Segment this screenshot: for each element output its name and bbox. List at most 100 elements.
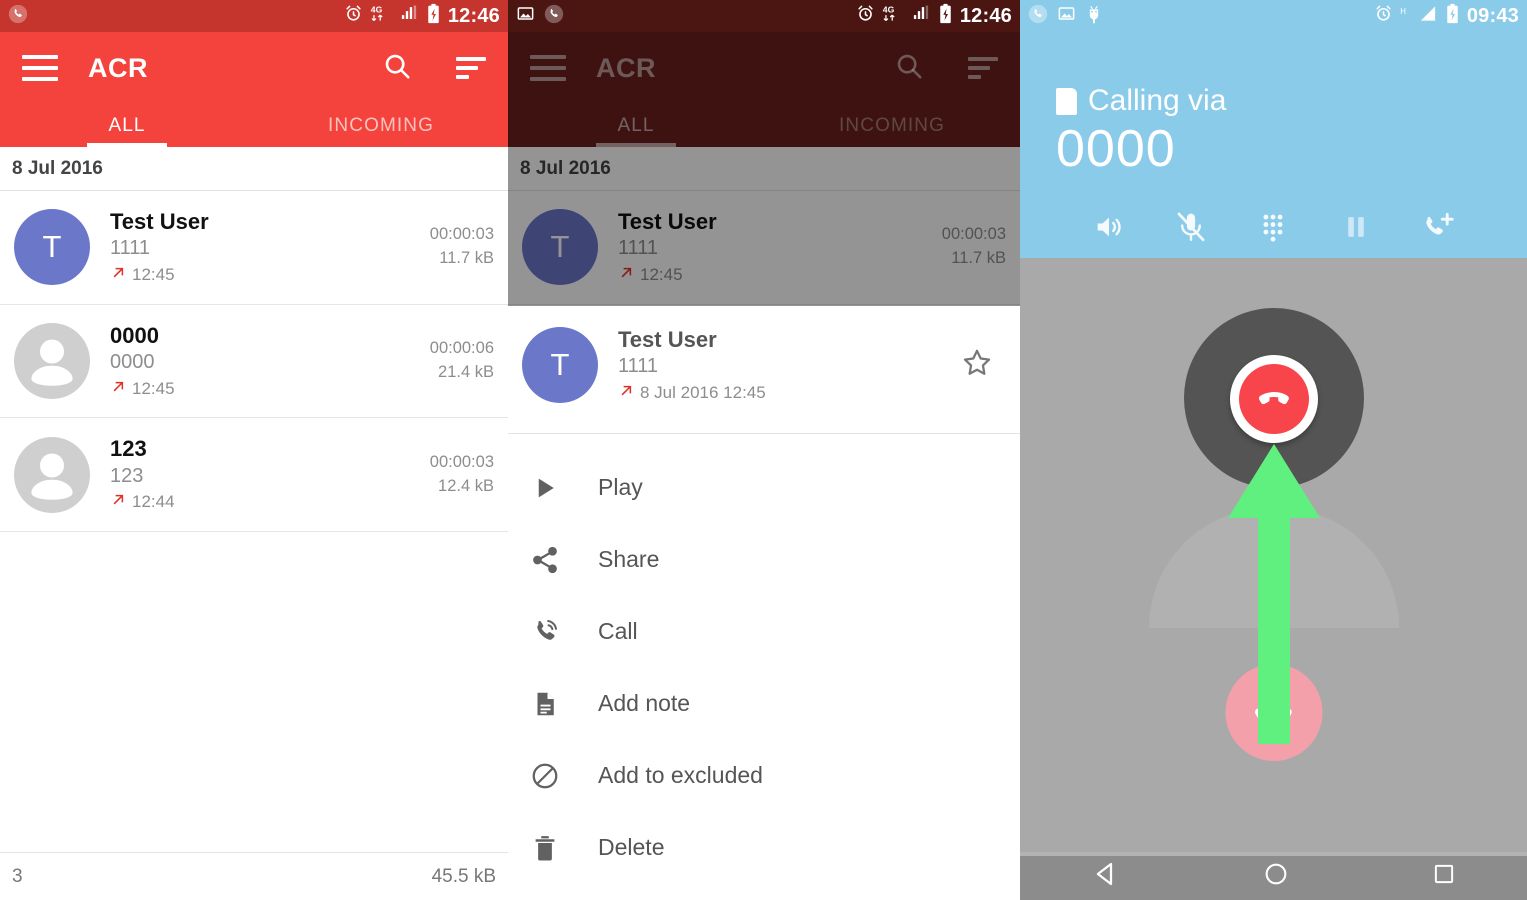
tab-bar: ALL INCOMING — [0, 104, 508, 147]
up-arrow-annotation — [1227, 444, 1320, 744]
call-body — [1020, 258, 1527, 852]
4g-icon: 4G — [882, 4, 904, 28]
hamburger-icon[interactable] — [22, 55, 58, 81]
menu-item-label: Call — [598, 618, 638, 645]
person-icon — [31, 453, 73, 500]
menu-item-add-note[interactable]: Add note — [508, 668, 1020, 740]
person-icon — [31, 339, 73, 386]
table-row[interactable]: T Test User 1111 12:45 00:00:03 11.7 kB — [0, 191, 508, 305]
status-bar: H 09:43 — [1020, 0, 1527, 32]
status-bar-right-icons: 4G 12:46 — [344, 3, 500, 29]
call-controls — [1020, 210, 1527, 249]
panel-call-list: 4G 12:46 ACR ALL INCOMING 8 Jul 2016 T T… — [0, 0, 508, 900]
alarm-icon — [344, 4, 363, 28]
status-bar: 4G 12:46 — [508, 0, 1020, 32]
mute-icon[interactable] — [1174, 210, 1208, 249]
signal-icon — [1418, 4, 1438, 28]
record-call-icon — [1238, 364, 1309, 434]
signal-icon — [399, 4, 419, 28]
context-number: 1111 — [618, 355, 659, 378]
block-icon — [522, 761, 568, 791]
status-bar-left-icons — [1028, 4, 1103, 29]
row-duration: 00:00:03 — [429, 225, 494, 244]
menu-item-add-to-excluded[interactable]: Add to excluded — [508, 740, 1020, 812]
menu-item-play[interactable]: Play — [508, 452, 1020, 524]
recents-button[interactable] — [1431, 861, 1457, 892]
row-meta: 00:00:03 11.7 kB — [430, 223, 494, 271]
svg-text:4G: 4G — [883, 5, 895, 15]
back-button[interactable] — [1091, 859, 1121, 894]
row-time: 12:44 — [132, 492, 175, 512]
signal-icon — [911, 4, 931, 28]
three-panel-screenshot: 4G 12:46 ACR ALL INCOMING 8 Jul 2016 T T… — [0, 0, 1527, 900]
tab-incoming[interactable]: INCOMING — [254, 104, 508, 147]
record-call-button[interactable] — [1229, 355, 1318, 443]
menu-item-delete[interactable]: Delete — [508, 812, 1020, 884]
menu-item-label: Delete — [598, 834, 665, 861]
status-bar: 4G 12:46 — [0, 0, 508, 32]
row-time: 12:45 — [132, 378, 175, 398]
app-toolbar: ACR ALL INCOMING — [0, 32, 508, 147]
row-number: 1111 — [110, 237, 151, 260]
play-icon — [522, 473, 568, 503]
star-outline-icon[interactable] — [960, 346, 994, 385]
tab-all[interactable]: ALL — [0, 104, 254, 147]
row-number: 123 — [110, 464, 144, 487]
call-icon — [522, 617, 568, 647]
date-header: 8 Jul 2016 — [0, 147, 508, 191]
image-icon — [516, 4, 535, 28]
row-time: 12:45 — [132, 264, 175, 284]
table-row[interactable]: 0000 0000 12:45 00:00:06 21.4 kB — [0, 305, 508, 419]
phone-icon — [8, 4, 28, 29]
battery-charging-icon — [1445, 3, 1460, 29]
calling-number: 0000 — [1056, 120, 1176, 178]
search-icon[interactable] — [382, 51, 412, 86]
context-timestamp: 8 Jul 2016 12:45 — [640, 382, 766, 402]
outgoing-call-icon — [110, 263, 125, 287]
modal-scrim[interactable] — [508, 0, 1020, 306]
menu-item-label: Share — [598, 546, 660, 573]
avatar — [14, 322, 90, 399]
hold-icon[interactable] — [1339, 210, 1373, 249]
svg-text:4G: 4G — [371, 5, 383, 15]
row-size: 21.4 kB — [438, 362, 494, 381]
home-button[interactable] — [1262, 860, 1290, 893]
status-bar-clock: 12:46 — [959, 4, 1012, 27]
battery-charging-icon — [426, 3, 441, 29]
context-name: Test User — [618, 327, 717, 352]
status-bar-left-icons — [516, 4, 564, 29]
call-header: Calling via 0000 — [1020, 32, 1527, 290]
row-duration: 00:00:06 — [429, 339, 494, 358]
dialpad-icon[interactable] — [1256, 210, 1290, 249]
context-menu-sheet: T Test User 1111 8 Jul 2016 12:45 Play S… — [508, 306, 1020, 900]
trash-icon — [522, 833, 568, 863]
menu-item-share[interactable]: Share — [508, 524, 1020, 596]
calling-via-row: Calling via — [1020, 32, 1527, 118]
add-call-icon[interactable] — [1421, 210, 1455, 249]
row-name: Test User — [110, 209, 209, 234]
total-size: 45.5 kB — [431, 865, 496, 887]
sort-icon[interactable] — [456, 57, 486, 79]
outgoing-call-icon — [618, 381, 633, 405]
row-meta: 00:00:06 21.4 kB — [430, 337, 494, 385]
4g-icon: 4G — [370, 4, 392, 28]
status-bar-right-icons: H 09:43 — [1374, 3, 1519, 29]
panel-in-call: H 09:43 Calling via 0000 — [1020, 0, 1527, 900]
note-icon — [522, 689, 568, 719]
menu-item-label: Play — [598, 474, 643, 501]
speaker-icon[interactable] — [1092, 210, 1126, 249]
recording-count: 3 — [12, 865, 23, 887]
menu-item-call[interactable]: Call — [508, 596, 1020, 668]
battery-charging-icon — [938, 3, 953, 29]
menu-item-label: Add to excluded — [598, 762, 763, 789]
android-usb-icon — [1085, 4, 1103, 29]
row-size: 12.4 kB — [438, 476, 494, 495]
alarm-icon — [1374, 4, 1393, 28]
outgoing-call-icon — [110, 377, 125, 401]
app-title: ACR — [88, 52, 148, 83]
row-meta: 00:00:03 12.4 kB — [430, 451, 494, 499]
share-icon — [522, 545, 568, 575]
avatar — [14, 436, 90, 513]
table-row[interactable]: 123 123 12:44 00:00:03 12.4 kB — [0, 418, 508, 532]
status-bar-clock: 09:43 — [1466, 4, 1519, 27]
